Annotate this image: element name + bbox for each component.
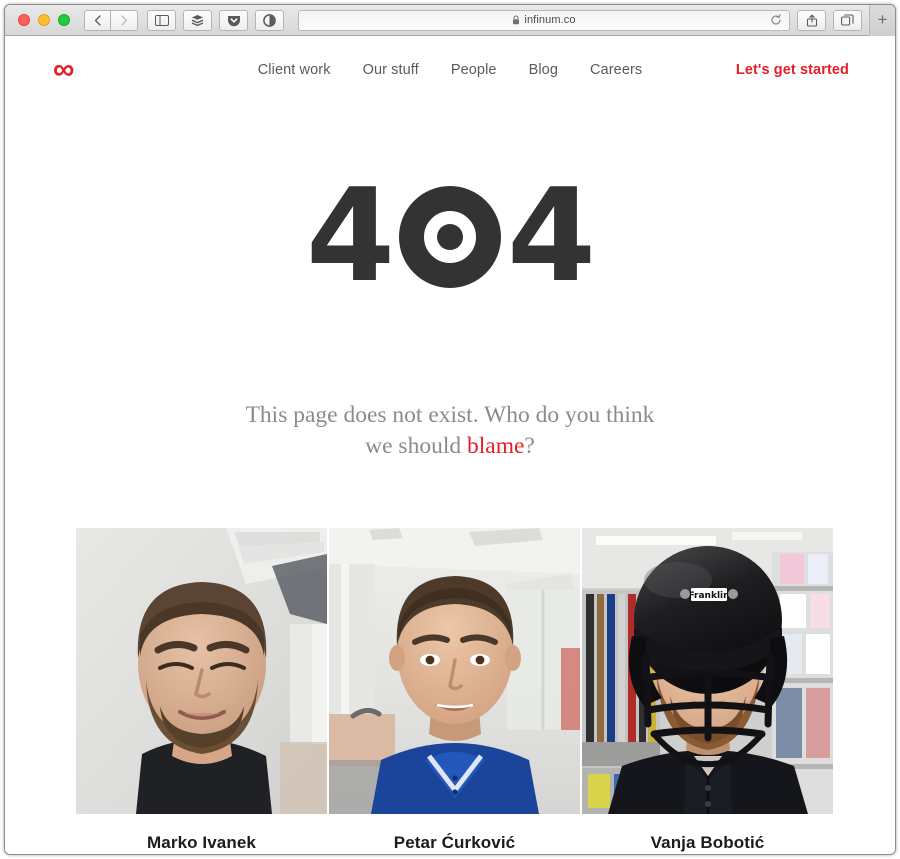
sidebar-toggle-button[interactable] bbox=[147, 9, 176, 31]
photo-petar-curkovic[interactable] bbox=[329, 528, 580, 814]
blame-link[interactable]: blame bbox=[467, 433, 524, 459]
reload-button[interactable] bbox=[770, 14, 782, 26]
chevron-right-icon bbox=[120, 14, 127, 26]
person-name: Marko Ivanek bbox=[147, 833, 256, 852]
team-card[interactable]: Petar Ćurković Ruby on Rails Engineer bbox=[329, 528, 580, 854]
chevron-left-icon bbox=[94, 14, 101, 26]
portrait-illustration: Franklin bbox=[582, 528, 833, 814]
extension-ghostery-button[interactable] bbox=[255, 9, 284, 31]
extension-layers-button[interactable] bbox=[183, 9, 212, 31]
pocket-icon bbox=[227, 15, 240, 26]
address-bar[interactable]: infinum.co bbox=[298, 9, 790, 31]
lock-icon bbox=[512, 15, 520, 25]
layers-icon bbox=[191, 14, 204, 26]
infinum-logo[interactable]: ∞ bbox=[53, 55, 74, 85]
nav-item-blog[interactable]: Blog bbox=[529, 62, 558, 78]
browser-toolbar: infinum.co + bbox=[5, 5, 895, 36]
forward-button[interactable] bbox=[111, 9, 138, 31]
bullseye-center-dot bbox=[437, 223, 463, 250]
share-button[interactable] bbox=[797, 9, 826, 31]
site-header: ∞ Client work Our stuff People Blog Care… bbox=[5, 36, 895, 104]
address-bar-url: infinum.co bbox=[524, 14, 576, 26]
sidebar-icon bbox=[154, 14, 169, 26]
lets-get-started-link[interactable]: Let's get started bbox=[736, 62, 849, 78]
error-code-heading: 4 4 bbox=[5, 162, 895, 311]
nav-item-careers[interactable]: Careers bbox=[590, 62, 642, 78]
photo-vanja-bobotic[interactable]: Franklin bbox=[582, 528, 833, 814]
nav-item-our-stuff[interactable]: Our stuff bbox=[363, 62, 419, 78]
404-graphic: 4 4 bbox=[305, 162, 596, 311]
portrait-illustration bbox=[76, 528, 327, 814]
back-button[interactable] bbox=[84, 9, 111, 31]
error-digit-first: 4 bbox=[305, 162, 395, 311]
share-icon bbox=[806, 14, 817, 27]
new-tab-button[interactable]: + bbox=[869, 5, 895, 36]
navigation-buttons bbox=[84, 9, 138, 31]
minimize-window-button[interactable] bbox=[38, 14, 50, 26]
extension-pocket-button[interactable] bbox=[219, 9, 248, 31]
error-digit-last: 4 bbox=[507, 162, 596, 311]
error-message-suffix: ? bbox=[524, 432, 535, 459]
team-gallery: Marko Ivanek Ruby on Rails Engineer bbox=[76, 528, 833, 854]
show-all-tabs-button[interactable] bbox=[833, 9, 862, 31]
nav-item-people[interactable]: People bbox=[451, 62, 497, 78]
show-tabs-icon bbox=[841, 14, 854, 26]
nav-item-client-work[interactable]: Client work bbox=[258, 62, 331, 78]
person-name: Vanja Bobotić bbox=[650, 833, 765, 852]
close-window-button[interactable] bbox=[18, 14, 30, 26]
maximize-window-button[interactable] bbox=[58, 14, 70, 26]
ghostery-icon bbox=[263, 13, 276, 27]
team-card[interactable]: Franklin Vanja Bobotić bbox=[582, 528, 833, 854]
page-content: ∞ Client work Our stuff People Blog Care… bbox=[5, 36, 895, 854]
team-card[interactable]: Marko Ivanek Ruby on Rails Engineer bbox=[76, 528, 327, 854]
error-message-text: This page does not exist. Who do you thi… bbox=[245, 401, 655, 459]
window-controls bbox=[18, 14, 70, 26]
bullseye-zero-icon bbox=[399, 185, 501, 288]
portrait-illustration bbox=[329, 528, 580, 814]
browser-window: infinum.co + ∞ Client work Our stuff Peo… bbox=[4, 4, 896, 855]
person-name: Petar Ćurković bbox=[393, 833, 516, 852]
svg-text:Franklin: Franklin bbox=[688, 591, 729, 601]
photo-marko-ivanek[interactable] bbox=[76, 528, 327, 814]
error-message: This page does not exist. Who do you thi… bbox=[235, 400, 665, 462]
